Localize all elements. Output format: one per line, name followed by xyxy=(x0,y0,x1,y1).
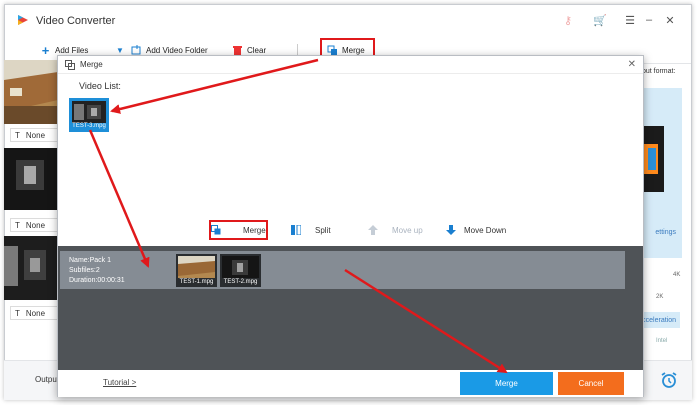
subtitle-label: None xyxy=(25,308,46,318)
merge-dialog: Merge ✕ Video List: TEST-3.mpg Merge Spl… xyxy=(57,55,644,397)
pack-file-item[interactable]: TEST-2.mpg xyxy=(220,254,261,287)
minimize-button[interactable]: – xyxy=(642,13,656,27)
move-down-button[interactable]: Move Down xyxy=(446,224,506,236)
output-format-label: tput format: xyxy=(640,68,676,75)
key-icon[interactable]: ⚷ xyxy=(561,13,575,27)
close-icon[interactable]: ✕ xyxy=(628,59,636,70)
move-down-label: Move Down xyxy=(464,225,507,235)
output-label: Output xyxy=(35,375,60,384)
trash-icon xyxy=(233,45,242,56)
plus-icon: + xyxy=(41,42,50,58)
pack-file-name: TEST-1.mpg xyxy=(179,279,214,285)
cancel-button[interactable]: Cancel xyxy=(558,372,624,395)
subtitle-select[interactable]: T None xyxy=(10,306,60,320)
split-icon xyxy=(291,225,301,235)
menu-icon[interactable]: ☰ xyxy=(623,13,637,27)
merge-action-highlight-box xyxy=(209,220,268,240)
text-icon: T xyxy=(15,130,20,140)
pack-duration: Duration:00:00:31 xyxy=(69,277,125,284)
folder-add-icon xyxy=(131,44,141,54)
move-up-button[interactable]: Move up xyxy=(368,224,423,236)
pack-subfiles: Subfiles:2 xyxy=(69,267,100,274)
video-thumbnail[interactable] xyxy=(4,60,58,124)
app-title: Video Converter xyxy=(36,15,116,27)
app-logo-icon xyxy=(18,15,28,25)
move-up-label: Move up xyxy=(392,225,423,235)
clear-label: Clear xyxy=(247,45,267,55)
split-label: Split xyxy=(315,225,331,235)
video-list-item[interactable]: TEST-3.mpg xyxy=(69,98,109,132)
subtitle-select[interactable]: T None xyxy=(10,218,60,232)
cart-icon[interactable]: 🛒 xyxy=(593,13,607,27)
merge-icon xyxy=(65,60,75,70)
pack-file-name: TEST-2.mpg xyxy=(223,279,258,285)
file-list xyxy=(4,60,58,330)
merge-pack-row[interactable]: Name:Pack 1 Subfiles:2 Duration:00:00:31… xyxy=(60,251,625,289)
settings-label: ettings xyxy=(655,228,676,236)
video-list-item-name: TEST-3.mpg xyxy=(72,123,106,129)
pack-name: Name:Pack 1 xyxy=(69,257,112,264)
move-down-icon xyxy=(446,225,456,235)
intel-label: Intel xyxy=(656,338,668,344)
title-bar: Video Converter ⚷ 🛒 ☰ – ✕ xyxy=(5,5,691,36)
merge-dialog-titlebar: Merge ✕ xyxy=(58,56,643,74)
alarm-clock-icon[interactable] xyxy=(659,370,679,390)
merge-action-bar: Merge Split Move up Move Down xyxy=(58,218,643,242)
subtitle-label: None xyxy=(25,130,46,140)
merge-dialog-footer: Tutorial > Merge Cancel xyxy=(58,370,643,397)
close-button[interactable]: ✕ xyxy=(663,13,677,27)
merge-confirm-button[interactable]: Merge xyxy=(460,372,553,395)
bitrate-high-label: 4K xyxy=(673,272,681,278)
subtitle-select[interactable]: T None xyxy=(10,128,60,142)
add-video-folder-label: Add Video Folder xyxy=(146,45,208,55)
settings-button[interactable]: ettings xyxy=(640,224,680,240)
subtitle-label: None xyxy=(25,220,46,230)
video-thumbnail[interactable] xyxy=(4,148,58,210)
video-thumbnail xyxy=(72,101,106,123)
text-icon: T xyxy=(15,308,20,318)
output-panel: tput format: ettings 4K 2K cceleration I… xyxy=(640,60,692,360)
acceleration-button[interactable]: cceleration xyxy=(640,312,680,328)
split-button[interactable]: Split xyxy=(291,224,331,236)
pack-file-item[interactable]: TEST-1.mpg xyxy=(176,254,217,287)
merge-pack-area: Name:Pack 1 Subfiles:2 Duration:00:00:31… xyxy=(58,246,643,370)
bitrate-mid-label: 2K xyxy=(656,294,664,300)
move-up-icon xyxy=(368,225,378,235)
video-thumbnail xyxy=(178,256,215,278)
acceleration-label: cceleration xyxy=(642,316,676,324)
tutorial-link[interactable]: Tutorial > xyxy=(103,378,136,387)
video-list-label: Video List: xyxy=(79,81,121,91)
add-files-label: Add Files xyxy=(55,45,89,55)
video-thumbnail[interactable] xyxy=(4,236,58,300)
video-thumbnail xyxy=(222,256,259,278)
text-icon: T xyxy=(15,220,20,230)
merge-dialog-title: Merge xyxy=(80,60,103,69)
pack-info: Name:Pack 1 Subfiles:2 Duration:00:00:31 xyxy=(69,256,125,286)
